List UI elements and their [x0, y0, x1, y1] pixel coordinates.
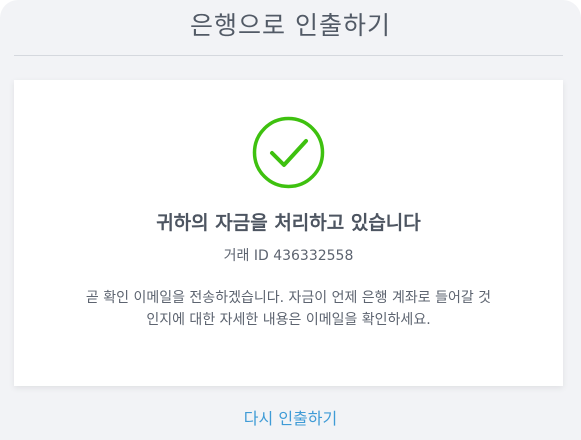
withdraw-again-link[interactable]: 다시 인출하기	[0, 405, 581, 429]
header-divider	[14, 55, 563, 56]
status-card: 귀하의 자금을 처리하고 있습니다 거래 ID 436332558 곧 확인 이…	[14, 80, 563, 386]
check-circle-icon	[252, 116, 325, 189]
transaction-id: 거래 ID 436332558	[223, 248, 354, 264]
modal-title: 은행으로 인출하기	[190, 11, 391, 40]
withdraw-modal: 은행으로 인출하기 귀하의 자금을 처리하고 있습니다 거래 ID 436332…	[0, 0, 581, 440]
status-description: 곧 확인 이메일을 전송하겠습니다. 자금이 언제 은행 계좌로 들어갈 것인지…	[85, 290, 492, 328]
status-title: 귀하의 자금을 처리하고 있습니다	[156, 212, 421, 234]
